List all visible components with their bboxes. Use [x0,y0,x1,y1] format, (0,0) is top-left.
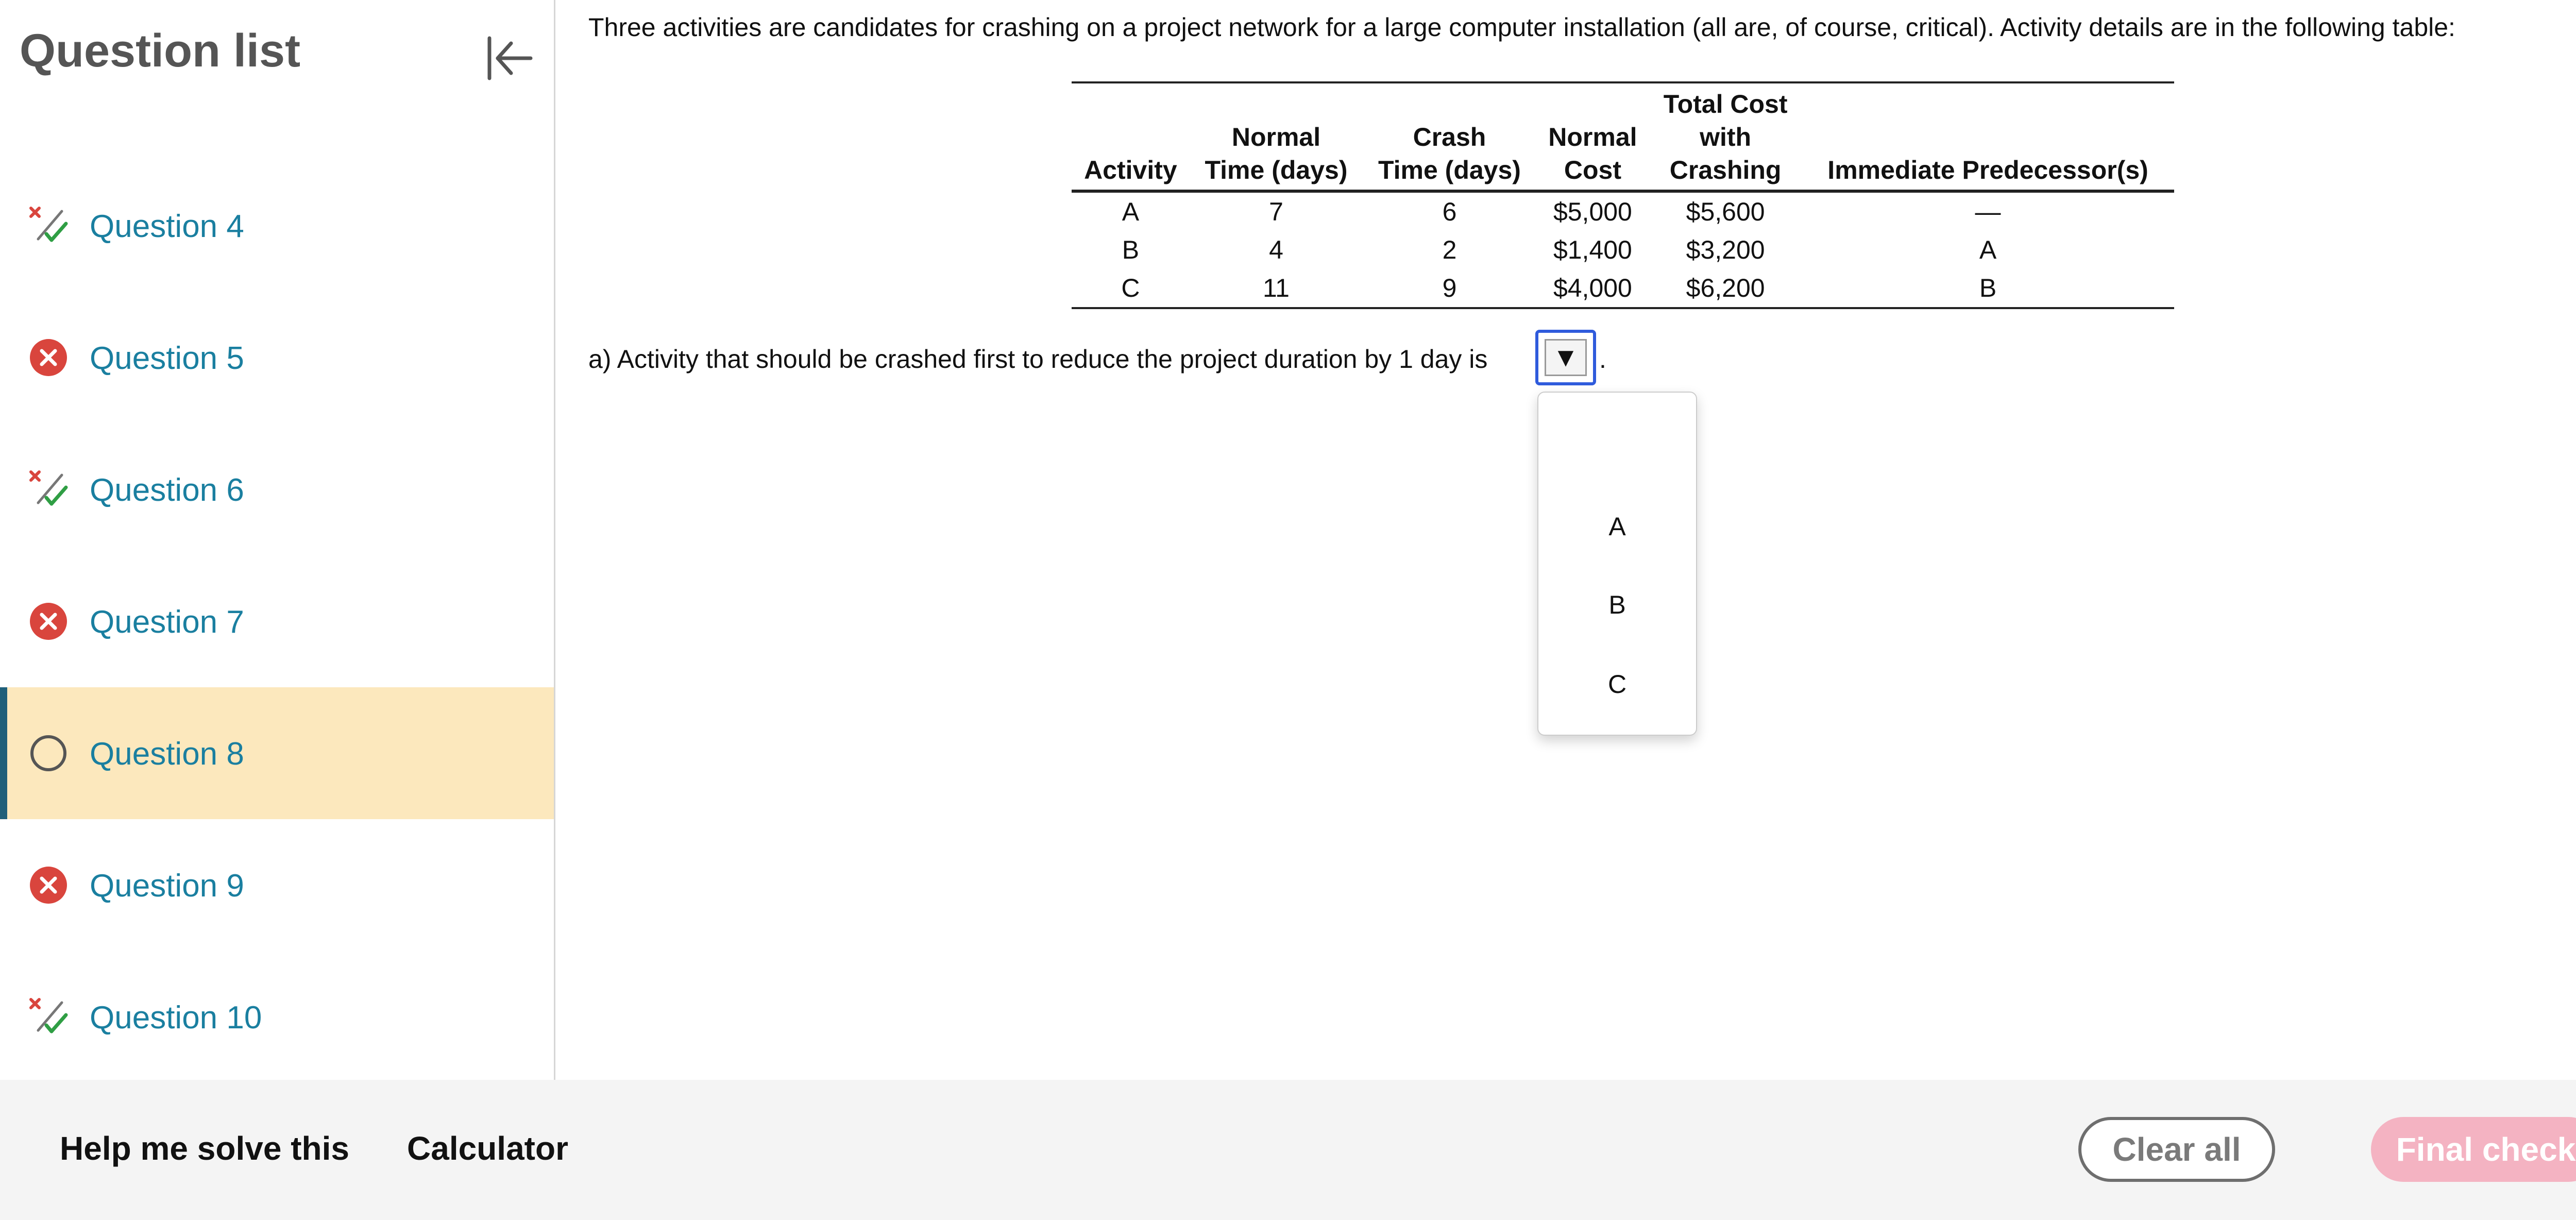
column-header-crash-time: Crash Time (days) [1363,82,1536,193]
sidebar-item-label: Question 5 [90,341,244,376]
table-cell: — [1975,197,2001,226]
partial-credit-icon [29,207,68,242]
partial-credit-icon [29,470,68,506]
sidebar-item-question-6[interactable]: Question 6 [0,423,554,555]
sidebar-item-label: Question 7 [90,604,244,640]
sidebar-item-question-9[interactable]: Question 9 [0,819,554,951]
table-row: A 7 6 $5,000 $5,600 — [1072,191,2174,231]
incorrect-icon [30,867,67,904]
table-cell: A [1979,235,1997,264]
table-cell: $3,200 [1686,235,1765,264]
table-cell: B [1122,235,1140,264]
table-cell: 2 [1442,235,1457,264]
table-header-row: Activity Normal Time (days) Crash Time (da… [1072,82,2174,193]
column-header-activity: Activity [1072,82,1190,193]
incorrect-icon [30,603,67,640]
column-header-predecessors: Immediate Predecessor(s) [1802,82,2174,193]
help-me-solve-button[interactable]: Help me solve this [60,1129,349,1167]
sidebar-item-label: Question 9 [90,868,244,904]
column-header-total-cost-crashing: Total Cost with Crashing [1649,82,1802,193]
collapse-sidebar-icon[interactable] [479,30,536,87]
sidebar-item-label: Question 8 [90,736,244,772]
question-list-sidebar: Question list Question 4 Question 5 Ques… [0,0,555,1080]
final-check-button[interactable]: Final check [2371,1117,2576,1182]
sidebar-item-label: Question 4 [90,209,244,244]
clear-all-button[interactable]: Clear all [2078,1117,2275,1182]
table-cell: 6 [1442,197,1457,226]
table-cell: $4,000 [1536,269,1650,309]
activity-details-table: Activity Normal Time (days) Crash Time (da… [1072,81,2174,309]
sidebar-item-question-8[interactable]: Question 8 [0,687,554,819]
question-intro-text: Three activities are candidates for cras… [588,13,2455,42]
sidebar-item-question-4[interactable]: Question 4 [0,160,554,292]
calculator-button[interactable]: Calculator [407,1129,568,1167]
answer-dropdown[interactable]: ▼ [1535,330,1596,385]
table-cell: A [1122,197,1140,226]
sidebar-item-label: Question 10 [90,1000,262,1036]
dropdown-option-b[interactable]: B [1538,574,1696,636]
dropdown-menu: A B C [1537,392,1697,736]
table-cell: $1,400 [1553,235,1632,264]
table-cell: $5,600 [1686,197,1765,226]
table-cell: 11 [1189,269,1363,309]
table-row: C 11 9 $4,000 $6,200 B [1072,269,2174,309]
table-cell: 9 [1363,269,1536,309]
question-a-text: a) Activity that should be crashed first… [588,345,1488,374]
table-cell: B [1802,269,2174,309]
sidebar-item-question-5[interactable]: Question 5 [0,292,554,423]
column-header-normal-time: Normal Time (days) [1189,82,1363,193]
table-cell: 4 [1269,235,1283,264]
footer-bar: Help me solve this Calculator Clear all … [0,1080,2576,1220]
unanswered-circle-icon [30,735,66,771]
table-cell: 7 [1269,197,1283,226]
column-header-normal-cost: Normal Cost [1536,82,1650,193]
sidebar-title: Question list [20,25,301,77]
question-period: . [1599,345,1606,374]
table-row: B 4 2 $1,400 $3,200 A [1072,231,2174,269]
sidebar-item-label: Question 6 [90,472,244,508]
partial-credit-icon [29,998,68,1033]
sidebar-item-question-7[interactable]: Question 7 [0,555,554,687]
sidebar-item-question-10[interactable]: Question 10 [0,951,554,1083]
dropdown-toggle[interactable]: ▼ [1545,339,1587,376]
dropdown-option-a[interactable]: A [1538,496,1696,557]
chevron-down-icon: ▼ [1552,343,1579,372]
table-cell: $6,200 [1649,269,1802,309]
incorrect-icon [30,339,67,376]
dropdown-option-c[interactable]: C [1538,653,1696,715]
table-cell: C [1072,269,1190,309]
table-cell: $5,000 [1553,197,1632,226]
